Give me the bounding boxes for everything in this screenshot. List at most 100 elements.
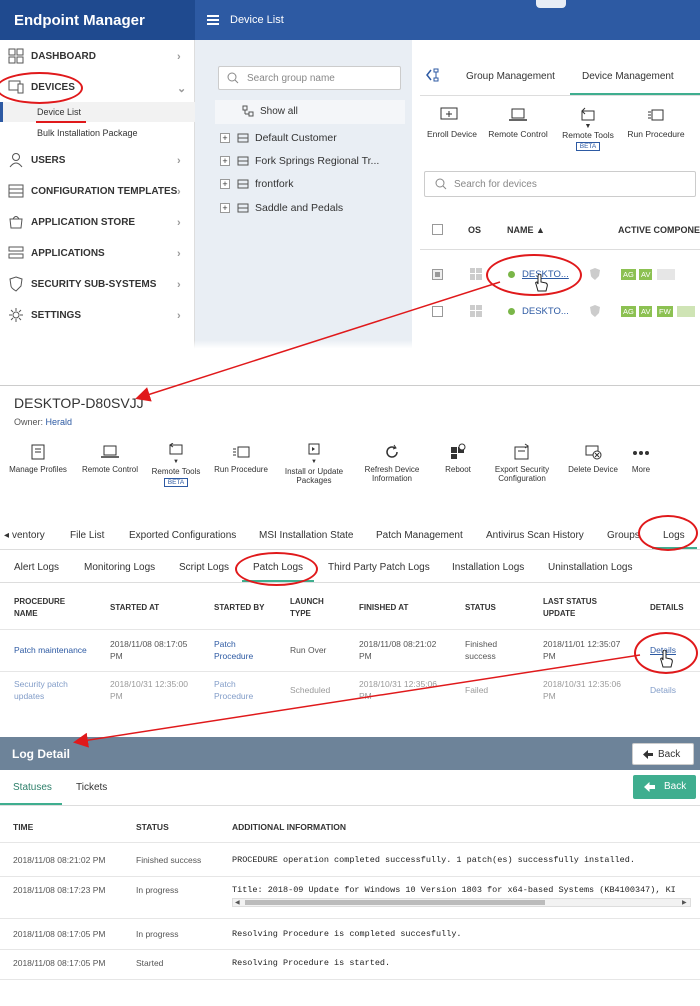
show-all-button[interactable]: Show all bbox=[215, 100, 405, 124]
expand-icon[interactable]: + bbox=[220, 156, 230, 166]
menu-icon[interactable] bbox=[207, 15, 219, 25]
column-last-status-update[interactable]: LAST STATUS UPDATE bbox=[543, 596, 613, 620]
remote-control-button[interactable]: Remote Control bbox=[75, 443, 145, 474]
sidebar-item-configuration-templates[interactable]: CONFIGURATION TEMPLATES › bbox=[0, 177, 195, 205]
tab-installation-logs[interactable]: Installation Logs bbox=[452, 562, 524, 573]
tab-groups[interactable]: Groups bbox=[607, 530, 640, 541]
column-name[interactable]: NAME ▲ bbox=[507, 225, 545, 235]
group-item[interactable]: + Fork Springs Regional Tr... bbox=[215, 151, 405, 171]
table-row[interactable]: Security patch updates 2018/10/31 12:35:… bbox=[0, 675, 700, 703]
tab-antivirus-scan-history[interactable]: Antivirus Scan History bbox=[486, 530, 584, 541]
group-item[interactable]: + Default Customer bbox=[215, 128, 405, 148]
tab-exported-configurations[interactable]: Exported Configurations bbox=[129, 530, 236, 541]
install-update-packages-button[interactable]: ▼ Install or Update Packages bbox=[279, 443, 349, 485]
export-security-config-button[interactable]: Export Security Configuration bbox=[487, 443, 557, 483]
horizontal-scrollbar[interactable]: ◀ ▶ bbox=[232, 898, 691, 907]
enroll-device-button[interactable]: Enroll Device bbox=[424, 107, 480, 157]
tab-uninstallation-logs[interactable]: Uninstallation Logs bbox=[548, 562, 633, 573]
device-name-link[interactable]: DESKTO... bbox=[522, 306, 569, 317]
select-all-checkbox[interactable] bbox=[432, 224, 443, 235]
tab-third-party-patch-logs[interactable]: Third Party Patch Logs bbox=[328, 562, 430, 573]
procedure-name-link[interactable]: Patch maintenance bbox=[14, 644, 87, 656]
component-badge: FW bbox=[657, 306, 673, 317]
run-procedure-button[interactable]: Run Procedure bbox=[624, 107, 688, 157]
chevron-right-icon: › bbox=[177, 279, 181, 291]
owner-link[interactable]: Herald bbox=[46, 417, 73, 427]
chevron-right-icon: › bbox=[177, 217, 181, 229]
tab-patch-management[interactable]: Patch Management bbox=[376, 530, 463, 541]
store-icon bbox=[8, 214, 24, 230]
column-details[interactable]: DETAILS bbox=[650, 602, 684, 614]
group-item[interactable]: + frontfork bbox=[215, 174, 405, 194]
sidebar-subitem-label: Bulk Installation Package bbox=[37, 128, 138, 138]
tab-divider bbox=[0, 805, 700, 806]
more-button[interactable]: More bbox=[616, 443, 666, 474]
refresh-device-info-button[interactable]: Refresh Device Information bbox=[357, 443, 427, 483]
tab-tickets[interactable]: Tickets bbox=[76, 782, 107, 793]
expand-icon[interactable]: + bbox=[220, 133, 230, 143]
reboot-button[interactable]: Reboot bbox=[423, 443, 493, 474]
tab-scroll-left-icon[interactable]: ◂ bbox=[4, 530, 9, 541]
shield-status-icon bbox=[589, 267, 601, 281]
group-search-input[interactable]: Search group name bbox=[218, 66, 401, 90]
tab-group-management[interactable]: Group Management bbox=[466, 71, 555, 82]
table-row[interactable]: DESKTO... AG AV FW bbox=[420, 297, 700, 327]
remote-tools-button[interactable]: ▼ Remote Tools BETA bbox=[141, 443, 211, 487]
collapse-tree-icon[interactable] bbox=[426, 68, 442, 82]
sidebar-item-applications[interactable]: APPLICATIONS › bbox=[0, 239, 195, 267]
tab-alert-logs[interactable]: Alert Logs bbox=[14, 562, 59, 573]
sidebar-item-security-sub-systems[interactable]: SECURITY SUB-SYSTEMS › bbox=[0, 270, 195, 298]
scrollbar-thumb[interactable] bbox=[245, 900, 545, 905]
tab-msi-installation-state[interactable]: MSI Installation State bbox=[259, 530, 354, 541]
started-by-link[interactable]: Patch Procedure bbox=[214, 638, 264, 662]
tab-script-logs[interactable]: Script Logs bbox=[179, 562, 229, 573]
column-started-at[interactable]: STARTED AT bbox=[110, 602, 159, 614]
log-info: Title: 2018-09 Update for Windows 10 Ver… bbox=[232, 885, 676, 895]
sidebar-subitem-bulk-install[interactable]: Bulk Installation Package bbox=[0, 123, 195, 143]
column-started-by[interactable]: STARTED BY bbox=[214, 602, 265, 614]
sidebar-item-dashboard[interactable]: DASHBOARD › bbox=[0, 42, 195, 70]
scroll-left-icon[interactable]: ◀ bbox=[235, 899, 240, 906]
sidebar-item-users[interactable]: USERS › bbox=[0, 146, 195, 174]
row-divider bbox=[0, 949, 700, 950]
finished-at: 2018/10/31 12:35:06 PM bbox=[359, 679, 437, 701]
remote-control-button[interactable]: Remote Control bbox=[486, 107, 550, 157]
tab-device-management[interactable]: Device Management bbox=[582, 71, 674, 82]
run-procedure-button[interactable]: Run Procedure bbox=[206, 443, 276, 474]
back-button-header[interactable]: Back bbox=[632, 743, 694, 765]
expand-icon[interactable]: + bbox=[220, 203, 230, 213]
tab-file-list[interactable]: File List bbox=[70, 530, 104, 541]
tab-statuses[interactable]: Statuses bbox=[13, 782, 52, 793]
row-checkbox[interactable] bbox=[432, 306, 443, 317]
group-tree-icon bbox=[242, 105, 254, 117]
remote-tools-button[interactable]: ▼ Remote Tools BETA bbox=[556, 107, 620, 163]
column-procedure-name[interactable]: PROCEDURE NAME bbox=[14, 596, 84, 620]
procedure-name-link[interactable]: Security patch updates bbox=[14, 678, 94, 702]
expand-icon[interactable]: + bbox=[220, 179, 230, 189]
details-link[interactable]: Details bbox=[650, 684, 676, 696]
sidebar-item-application-store[interactable]: APPLICATION STORE › bbox=[0, 208, 195, 236]
tool-label: Reboot bbox=[445, 465, 471, 474]
users-icon bbox=[8, 152, 24, 168]
tab-inventory[interactable]: ventory bbox=[12, 530, 45, 541]
group-item[interactable]: + Saddle and Pedals bbox=[215, 198, 405, 218]
sidebar-item-settings[interactable]: SETTINGS › bbox=[0, 301, 195, 329]
column-launch-type[interactable]: LAUNCH TYPE bbox=[290, 596, 335, 620]
manage-profiles-button[interactable]: Manage Profiles bbox=[3, 443, 73, 474]
device-search-input[interactable]: Search for devices bbox=[424, 171, 696, 197]
column-status[interactable]: STATUS bbox=[465, 602, 496, 614]
shield-icon bbox=[8, 276, 24, 292]
log-info: PROCEDURE operation completed successful… bbox=[232, 855, 635, 865]
sidebar-subitem-device-list[interactable]: Device List bbox=[0, 102, 195, 122]
table-row[interactable]: Patch maintenance 2018/11/08 08:17:05 PM… bbox=[0, 635, 700, 669]
log-info: Resolving Procedure is started. bbox=[232, 958, 391, 968]
back-button[interactable]: Back bbox=[633, 775, 696, 799]
sidebar-item-label: APPLICATION STORE bbox=[31, 217, 136, 228]
scroll-right-icon[interactable]: ▶ bbox=[682, 899, 687, 906]
column-active-components[interactable]: ACTIVE COMPONENTS bbox=[618, 225, 700, 235]
column-finished-at[interactable]: FINISHED AT bbox=[359, 602, 408, 614]
started-by-link[interactable]: Patch Procedure bbox=[214, 678, 264, 702]
column-os[interactable]: OS bbox=[468, 225, 481, 235]
tab-monitoring-logs[interactable]: Monitoring Logs bbox=[84, 562, 155, 573]
row-checkbox[interactable] bbox=[432, 269, 443, 280]
